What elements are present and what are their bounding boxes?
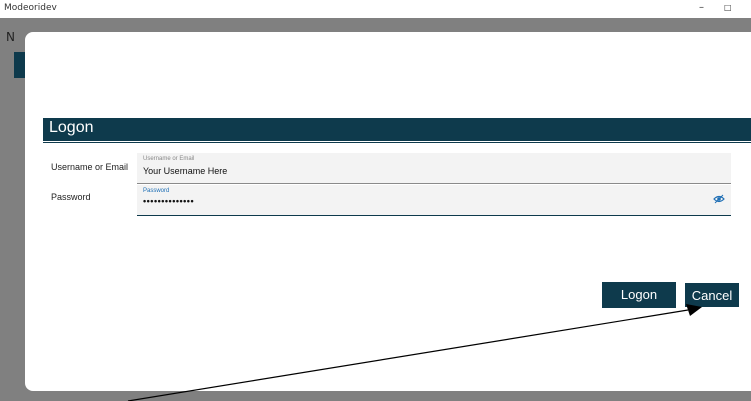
annotation-arrow [127,304,702,401]
arrow-head [686,304,702,316]
arrow-line [127,309,689,401]
